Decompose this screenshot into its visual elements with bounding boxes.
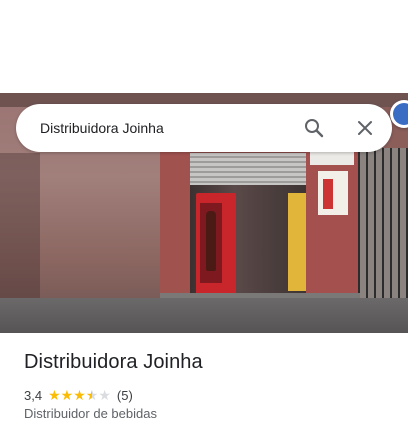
photo-bottle xyxy=(206,211,216,271)
photo-shutter xyxy=(188,153,306,185)
side-badge-icon xyxy=(393,103,408,125)
rating-value: 3,4 xyxy=(24,387,43,403)
blank-header-area xyxy=(0,0,408,93)
star-icon: ★ xyxy=(73,387,86,403)
photo-pillar xyxy=(160,148,190,308)
search-input[interactable]: Distribuidora Joinha xyxy=(40,104,164,152)
place-category: Distribuidor de bebidas xyxy=(24,406,157,421)
star-icon: ★ xyxy=(85,387,99,403)
place-title: Distribuidora Joinha xyxy=(24,351,203,373)
close-icon[interactable] xyxy=(353,116,377,140)
photo-gate xyxy=(358,148,408,318)
review-count[interactable]: (5) xyxy=(117,388,133,403)
rating-row[interactable]: 3,4 ★ ★ ★ ★ ★ (5) xyxy=(24,386,133,404)
photo-fridge-yellow xyxy=(288,193,308,291)
star-icon: ★ xyxy=(60,387,74,403)
search-icon[interactable] xyxy=(302,116,326,140)
photo-sidewalk xyxy=(0,298,408,333)
search-box[interactable]: Distribuidora Joinha xyxy=(16,104,392,152)
photo-sign-red xyxy=(323,179,333,209)
star-icon: ★ xyxy=(48,387,61,403)
star-rating: ★ ★ ★ ★ ★ xyxy=(48,388,111,402)
photo-sign-top xyxy=(310,151,354,165)
star-icon: ★ xyxy=(98,387,111,403)
